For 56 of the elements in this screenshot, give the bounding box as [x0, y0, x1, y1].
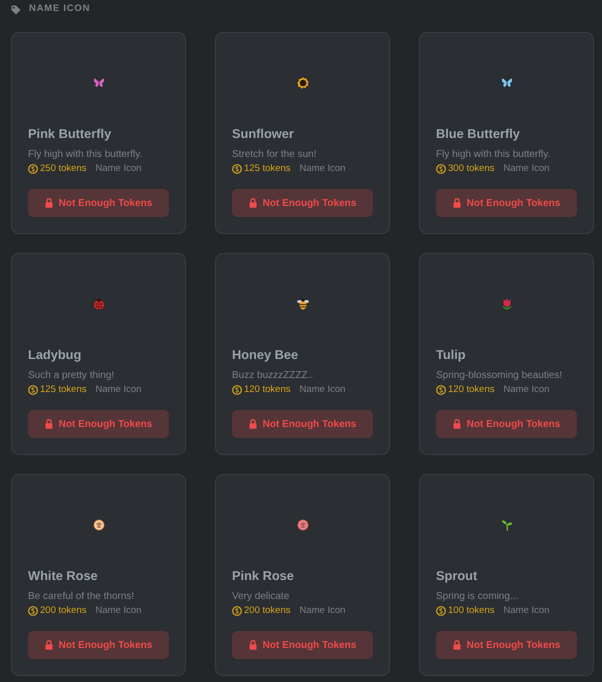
coin-icon [436, 385, 446, 395]
item-category: Name Icon [95, 382, 142, 397]
item-description: Very delicate [232, 590, 290, 604]
lock-icon [452, 640, 461, 650]
item-price: 125 tokens [244, 162, 290, 176]
item-title: Honey Bee [232, 346, 300, 364]
coin-icon [436, 606, 446, 616]
item-price: 120 tokens [244, 382, 290, 397]
item-price: 125 tokens [40, 382, 86, 397]
lock-icon [248, 419, 257, 429]
item-description: Spring is coming... [436, 590, 520, 604]
item-title: Sprout [436, 567, 478, 585]
item-description: Fly high with this butterfly. [436, 148, 552, 162]
item-category: Name Icon [503, 162, 550, 176]
coin-icon [436, 164, 446, 174]
section-title: NAME ICON [29, 2, 90, 16]
item-title: Sunflower [232, 125, 295, 143]
item-description: Fly high with this butterfly. [28, 148, 144, 162]
item-category: Name Icon [503, 382, 550, 397]
item-category: Name Icon [299, 162, 346, 176]
item-price: 120 tokens [448, 382, 494, 397]
lock-icon [452, 198, 461, 208]
item-description: Stretch for the sun! [232, 148, 318, 162]
tag-icon [11, 4, 21, 14]
item-title: White Rose [28, 567, 99, 585]
item-description: Buzz buzzzZZZZ.. [232, 369, 314, 383]
item-description: Be careful of the thorns! [28, 590, 136, 604]
item-category: Name Icon [299, 382, 346, 397]
item-description: Such a pretty thing! [28, 369, 116, 383]
lock-icon [452, 419, 461, 429]
lock-icon [248, 198, 257, 208]
item-price: 200 tokens [40, 604, 86, 618]
item-category: Name Icon [503, 604, 550, 618]
item-title: Blue Butterfly [436, 125, 521, 143]
item-price: 300 tokens [448, 162, 494, 176]
coin-icon [232, 385, 242, 395]
lock-icon [44, 198, 53, 208]
item-title: Pink Rose [232, 567, 295, 585]
lock-icon [248, 640, 257, 650]
item-title: Pink Butterfly [28, 125, 112, 143]
coin-icon [28, 164, 38, 174]
item-description: Spring-blossoming beauties! [436, 369, 564, 383]
lock-icon [44, 419, 53, 429]
item-category: Name Icon [95, 604, 142, 618]
item-price: 200 tokens [244, 604, 290, 618]
lock-icon [44, 640, 53, 650]
coin-icon [28, 606, 38, 616]
coin-icon [232, 164, 242, 174]
coin-icon [28, 385, 38, 395]
item-price: 250 tokens [40, 162, 86, 176]
item-title: Tulip [436, 346, 467, 364]
item-price: 100 tokens [448, 604, 494, 618]
coin-icon [232, 606, 242, 616]
item-title: Ladybug [28, 346, 82, 364]
item-category: Name Icon [95, 162, 142, 176]
item-category: Name Icon [299, 604, 346, 618]
